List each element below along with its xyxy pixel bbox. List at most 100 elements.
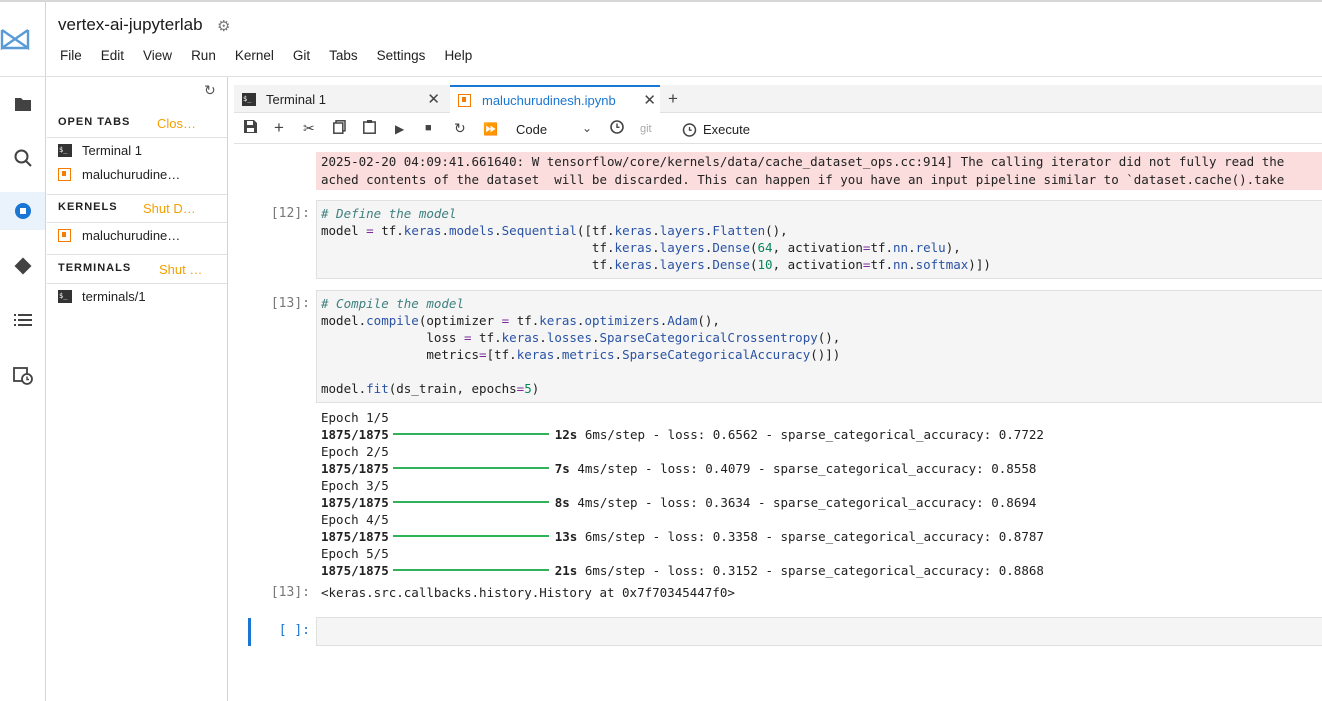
open-tab-item[interactable]: $_ Terminal 1 bbox=[58, 143, 142, 158]
epoch-time: 21s bbox=[554, 563, 578, 578]
cell-prompt: [13]: bbox=[270, 296, 310, 311]
terminal-icon: $_ bbox=[58, 144, 72, 157]
menu-kernel[interactable]: Kernel bbox=[235, 48, 274, 63]
jupyter-logo-icon bbox=[0, 29, 30, 51]
kernel-item[interactable]: maluchurudine… bbox=[58, 228, 180, 243]
execute-icon bbox=[682, 123, 697, 137]
close-icon[interactable]: ✕ bbox=[643, 91, 656, 109]
epoch-metrics: 4ms/step - loss: 0.3634 - sparse_categor… bbox=[577, 495, 1037, 510]
epoch-label: Epoch 3/5 bbox=[321, 478, 389, 493]
scheduler-icon[interactable] bbox=[0, 357, 46, 393]
terminals-header: TERMINALS bbox=[58, 262, 132, 274]
paste-icon[interactable] bbox=[363, 120, 376, 137]
cell-type-select[interactable]: Code bbox=[516, 122, 547, 137]
output-prompt: [13]: bbox=[270, 585, 310, 600]
epoch-metrics: 6ms/step - loss: 0.3152 - sparse_categor… bbox=[584, 563, 1044, 578]
epoch-metrics: 6ms/step - loss: 0.3358 - sparse_categor… bbox=[584, 529, 1044, 544]
open-tab-item[interactable]: maluchurudine… bbox=[58, 167, 180, 182]
stdout-output: Epoch 1/5 1875/1875 12s 6ms/step - loss: … bbox=[321, 409, 1044, 579]
run-icon[interactable]: ▶ bbox=[395, 122, 404, 136]
execute-label: Execute bbox=[703, 122, 750, 137]
open-tab-label: Terminal 1 bbox=[82, 143, 142, 158]
epoch-steps: 1875/1875 bbox=[321, 461, 389, 476]
terminal-icon: $_ bbox=[58, 290, 72, 303]
epoch-label: Epoch 2/5 bbox=[321, 444, 389, 459]
warning-line: ached contents of the dataset will be di… bbox=[321, 172, 1285, 187]
open-tab-label: maluchurudine… bbox=[82, 167, 181, 182]
app-title: vertex-ai-jupyterlab bbox=[58, 15, 203, 34]
close-all-button[interactable]: Clos… bbox=[157, 116, 196, 131]
gear-icon[interactable]: ⚙ bbox=[217, 17, 230, 35]
execute-button[interactable]: Execute bbox=[682, 122, 750, 137]
epoch-label: Epoch 4/5 bbox=[321, 512, 389, 527]
epoch-metrics: 4ms/step - loss: 0.4079 - sparse_categor… bbox=[577, 461, 1037, 476]
cell-prompt: [12]: bbox=[270, 206, 310, 221]
copy-icon[interactable] bbox=[333, 120, 346, 137]
epoch-time: 7s bbox=[554, 461, 570, 476]
menu-run[interactable]: Run bbox=[191, 48, 216, 63]
terminal-item[interactable]: $_ terminals/1 bbox=[58, 289, 146, 304]
notebook-cells: 2025-02-20 04:09:41.661640: W tensorflow… bbox=[234, 145, 1322, 701]
chevron-down-icon[interactable]: ⌄ bbox=[582, 121, 592, 135]
main-tabbar: $_ Terminal 1 ✕ maluchurudinesh.ipynb ✕ … bbox=[234, 85, 1322, 113]
open-tabs-header: OPEN TABS bbox=[58, 116, 131, 128]
menu-help[interactable]: Help bbox=[444, 48, 472, 63]
running-sessions-icon[interactable] bbox=[0, 193, 46, 229]
progress-bar bbox=[392, 433, 549, 435]
shut-down-terminals-button[interactable]: Shut … bbox=[159, 262, 202, 277]
cell-prompt: [ ]: bbox=[278, 623, 310, 638]
menu-edit[interactable]: Edit bbox=[101, 48, 124, 63]
shut-down-kernels-button[interactable]: Shut D… bbox=[143, 201, 196, 216]
stop-icon[interactable]: ■ bbox=[425, 122, 432, 134]
close-icon[interactable]: ✕ bbox=[427, 90, 440, 108]
notebook-icon bbox=[458, 93, 471, 107]
folder-icon[interactable] bbox=[0, 86, 46, 122]
epoch-label: Epoch 5/5 bbox=[321, 546, 389, 561]
empty-code-cell[interactable] bbox=[316, 617, 1322, 646]
code-cell[interactable]: # Define the model model = tf.keras.mode… bbox=[316, 200, 1322, 279]
fast-forward-icon[interactable]: ⏩ bbox=[483, 122, 498, 136]
stderr-output: 2025-02-20 04:09:41.661640: W tensorflow… bbox=[316, 152, 1322, 190]
tab-notebook[interactable]: maluchurudinesh.ipynb ✕ bbox=[450, 85, 660, 113]
add-tab-icon[interactable]: + bbox=[668, 89, 678, 109]
progress-bar bbox=[392, 535, 549, 537]
table-of-contents-icon[interactable] bbox=[0, 302, 46, 338]
terminal-icon: $_ bbox=[242, 92, 256, 106]
git-label: git bbox=[640, 123, 652, 135]
progress-bar bbox=[392, 569, 549, 571]
cut-icon[interactable]: ✂ bbox=[303, 120, 315, 137]
tab-terminal[interactable]: $_ Terminal 1 ✕ bbox=[234, 85, 444, 113]
epoch-label: Epoch 1/5 bbox=[321, 410, 389, 425]
epoch-steps: 1875/1875 bbox=[321, 427, 389, 442]
tab-label: maluchurudinesh.ipynb bbox=[482, 92, 616, 108]
git-icon[interactable] bbox=[0, 248, 46, 284]
progress-bar bbox=[392, 467, 549, 469]
menu-settings[interactable]: Settings bbox=[377, 48, 426, 63]
epoch-steps: 1875/1875 bbox=[321, 495, 389, 510]
warning-line: 2025-02-20 04:09:41.661640: W tensorflow… bbox=[321, 154, 1285, 169]
epoch-time: 13s bbox=[554, 529, 578, 544]
epoch-steps: 1875/1875 bbox=[321, 563, 389, 578]
kernels-header: KERNELS bbox=[58, 201, 118, 213]
code-cell[interactable]: # Compile the model model.compile(optimi… bbox=[316, 290, 1322, 403]
execute-result: <keras.src.callbacks.history.History at … bbox=[321, 585, 735, 600]
save-icon[interactable] bbox=[244, 120, 257, 136]
tab-label: Terminal 1 bbox=[266, 91, 326, 107]
insert-cell-icon[interactable]: + bbox=[274, 118, 284, 138]
epoch-time: 12s bbox=[554, 427, 578, 442]
property-inspector-icon[interactable] bbox=[0, 140, 46, 176]
menu-git[interactable]: Git bbox=[293, 48, 310, 63]
terminal-label: terminals/1 bbox=[82, 289, 146, 304]
running-panel: ↻ OPEN TABS Clos… $_ Terminal 1 maluchur… bbox=[47, 77, 228, 701]
epoch-time: 8s bbox=[554, 495, 570, 510]
restart-icon[interactable]: ↻ bbox=[454, 120, 466, 137]
clock-icon[interactable] bbox=[610, 120, 624, 137]
menubar: File Edit View Run Kernel Git Tabs Setti… bbox=[60, 48, 491, 63]
notebook-icon bbox=[58, 229, 71, 242]
refresh-icon[interactable]: ↻ bbox=[204, 82, 216, 99]
menu-view[interactable]: View bbox=[143, 48, 172, 63]
kernel-label: maluchurudine… bbox=[82, 228, 181, 243]
menu-tabs[interactable]: Tabs bbox=[329, 48, 358, 63]
menu-file[interactable]: File bbox=[60, 48, 82, 63]
progress-bar bbox=[392, 501, 549, 503]
